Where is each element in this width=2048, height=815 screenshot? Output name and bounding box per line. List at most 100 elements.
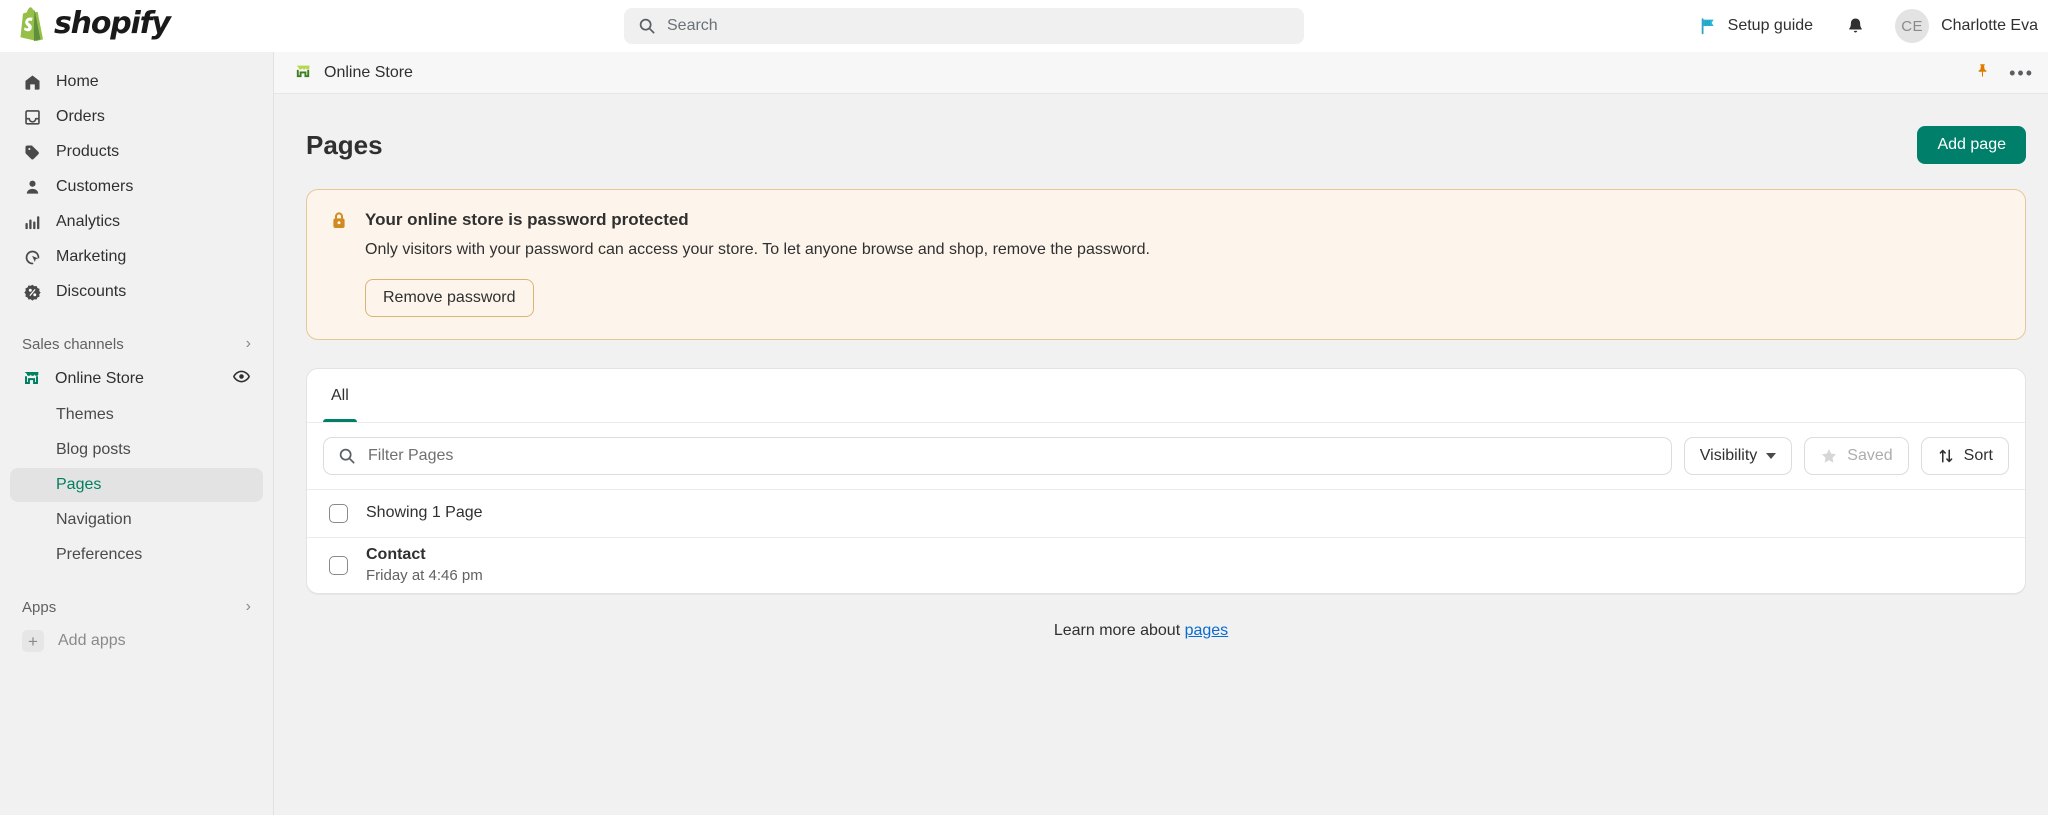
saved-label: Saved — [1847, 446, 1893, 464]
banner-title: Your online store is password protected — [365, 210, 689, 229]
tab-all[interactable]: All — [317, 370, 363, 422]
plus-icon: + — [22, 630, 44, 652]
add-page-button[interactable]: Add page — [1917, 126, 2026, 164]
row-checkbox[interactable] — [329, 555, 348, 575]
apps-label: Apps — [22, 598, 57, 616]
storefront-icon — [22, 367, 41, 391]
person-icon — [22, 177, 42, 197]
sidebar-item-themes[interactable]: Themes — [10, 398, 263, 432]
sidebar-item-analytics[interactable]: Analytics — [10, 205, 263, 239]
select-all-checkbox[interactable] — [329, 503, 348, 523]
bell-icon — [1848, 18, 1862, 32]
select-all-row: Showing 1 Page — [307, 488, 2025, 537]
sidebar-item-label: Customers — [56, 178, 134, 195]
sidebar-item-blog-posts[interactable]: Blog posts — [10, 433, 263, 467]
shopify-logo[interactable]: shopify — [16, 6, 171, 41]
sidebar-item-navigation[interactable]: Navigation — [10, 503, 263, 537]
page-timestamp: Friday at 4:46 pm — [366, 567, 483, 585]
global-search-input[interactable]: Search — [624, 8, 1304, 44]
filter-pages-input[interactable]: Filter Pages — [323, 436, 1672, 475]
online-store-label: Online Store — [55, 370, 144, 387]
pin-icon[interactable] — [1974, 62, 1991, 84]
sidebar-section-sales-channels[interactable]: Sales channels › — [10, 328, 263, 360]
search-icon — [339, 448, 355, 464]
visibility-filter-button[interactable]: Visibility — [1683, 436, 1793, 475]
main-content: Online Store ••• Pages Add page Your onl… — [274, 52, 2048, 815]
saved-views-button[interactable]: Saved — [1804, 436, 1909, 475]
page-container: Pages Add page Your online store is pass… — [274, 94, 2048, 640]
sidebar-item-label: Products — [56, 143, 120, 160]
sidebar: Home Orders Products Customers Analytics… — [0, 52, 274, 815]
sidebar-subitem-label: Navigation — [56, 511, 132, 528]
sidebar-item-customers[interactable]: Customers — [10, 170, 263, 204]
page-header: Pages Add page — [274, 124, 2048, 166]
password-protected-banner: Your online store is password protected … — [306, 189, 2026, 340]
filter-bar: Filter Pages Visibility Saved Sort — [307, 423, 2025, 489]
sidebar-subitem-label: Pages — [56, 476, 102, 493]
sidebar-section-apps[interactable]: Apps › — [10, 591, 263, 623]
tag-icon — [22, 142, 42, 162]
add-apps-label: Add apps — [58, 632, 126, 649]
sort-label: Sort — [1963, 446, 1993, 464]
star-icon — [1822, 448, 1837, 463]
chevron-right-icon: › — [245, 335, 251, 352]
shopify-bag-icon — [20, 6, 43, 41]
card-tabs: All — [307, 369, 2025, 423]
marketing-icon — [22, 247, 42, 267]
page-name: Contact — [366, 546, 426, 564]
table-row[interactable]: Contact Friday at 4:46 pm — [307, 536, 2025, 593]
user-menu-button[interactable]: CE Charlotte Eva — [1889, 8, 2048, 44]
visibility-label: Visibility — [1699, 446, 1758, 464]
sidebar-subitem-label: Blog posts — [56, 441, 131, 458]
context-bar: Online Store ••• — [274, 52, 2048, 94]
showing-count-label: Showing 1 Page — [366, 504, 483, 522]
sidebar-item-orders[interactable]: Orders — [10, 100, 263, 134]
sales-channels-label: Sales channels — [22, 335, 124, 353]
bar-chart-icon — [22, 212, 42, 232]
sidebar-item-label: Discounts — [56, 283, 127, 300]
remove-password-button[interactable]: Remove password — [365, 278, 534, 317]
chevron-right-icon: › — [245, 598, 251, 615]
chevron-down-icon — [1766, 452, 1777, 459]
sidebar-item-products[interactable]: Products — [10, 135, 263, 169]
flag-icon — [1701, 18, 1714, 35]
learn-more-text: Learn more about pages — [274, 622, 2048, 640]
user-name: Charlotte Eva — [1941, 17, 2038, 34]
discount-icon — [22, 282, 42, 302]
filter-pages-placeholder: Filter Pages — [368, 446, 454, 464]
context-bar-actions: ••• — [1974, 52, 2034, 94]
banner-body: Your online store is password protected … — [365, 210, 2003, 317]
sidebar-item-label: Analytics — [56, 213, 121, 230]
shopify-wordmark: shopify — [54, 6, 171, 41]
storefront-icon — [294, 61, 312, 84]
sidebar-item-preferences[interactable]: Preferences — [10, 538, 263, 572]
lock-icon — [329, 210, 349, 317]
banner-text: Only visitors with your password can acc… — [365, 241, 1150, 258]
tab-label: All — [331, 386, 349, 404]
page-title: Pages — [306, 129, 383, 160]
sidebar-item-home[interactable]: Home — [10, 65, 263, 99]
sidebar-subitem-label: Themes — [56, 406, 114, 423]
top-bar-actions: Setup guide CE Charlotte Eva — [1686, 0, 2048, 52]
sidebar-item-pages[interactable]: Pages — [10, 468, 263, 502]
sidebar-item-discounts[interactable]: Discounts — [10, 275, 263, 309]
eye-icon[interactable] — [232, 367, 251, 391]
sidebar-item-online-store[interactable]: Online Store — [10, 361, 263, 397]
pages-card: All Filter Pages Visibility Saved Sort S… — [306, 367, 2026, 594]
sidebar-item-label: Home — [56, 73, 99, 90]
pages-help-link[interactable]: pages — [1185, 622, 1229, 639]
sort-button[interactable]: Sort — [1920, 436, 2009, 475]
sort-arrows-icon — [1939, 449, 1953, 463]
orders-icon — [22, 107, 42, 127]
global-search-placeholder: Search — [667, 17, 718, 34]
sidebar-item-label: Marketing — [56, 248, 127, 265]
sidebar-item-marketing[interactable]: Marketing — [10, 240, 263, 274]
notifications-button[interactable] — [1835, 8, 1875, 44]
search-icon — [639, 18, 655, 34]
learn-more-prefix: Learn more about — [1053, 621, 1185, 639]
setup-guide-button[interactable]: Setup guide — [1686, 8, 1825, 44]
top-bar: shopify Search Setup guide CE Charlotte — [0, 0, 2048, 52]
ellipsis-icon[interactable]: ••• — [2009, 64, 2034, 82]
sidebar-item-label: Orders — [56, 108, 105, 125]
sidebar-item-add-apps[interactable]: + Add apps — [10, 624, 263, 658]
